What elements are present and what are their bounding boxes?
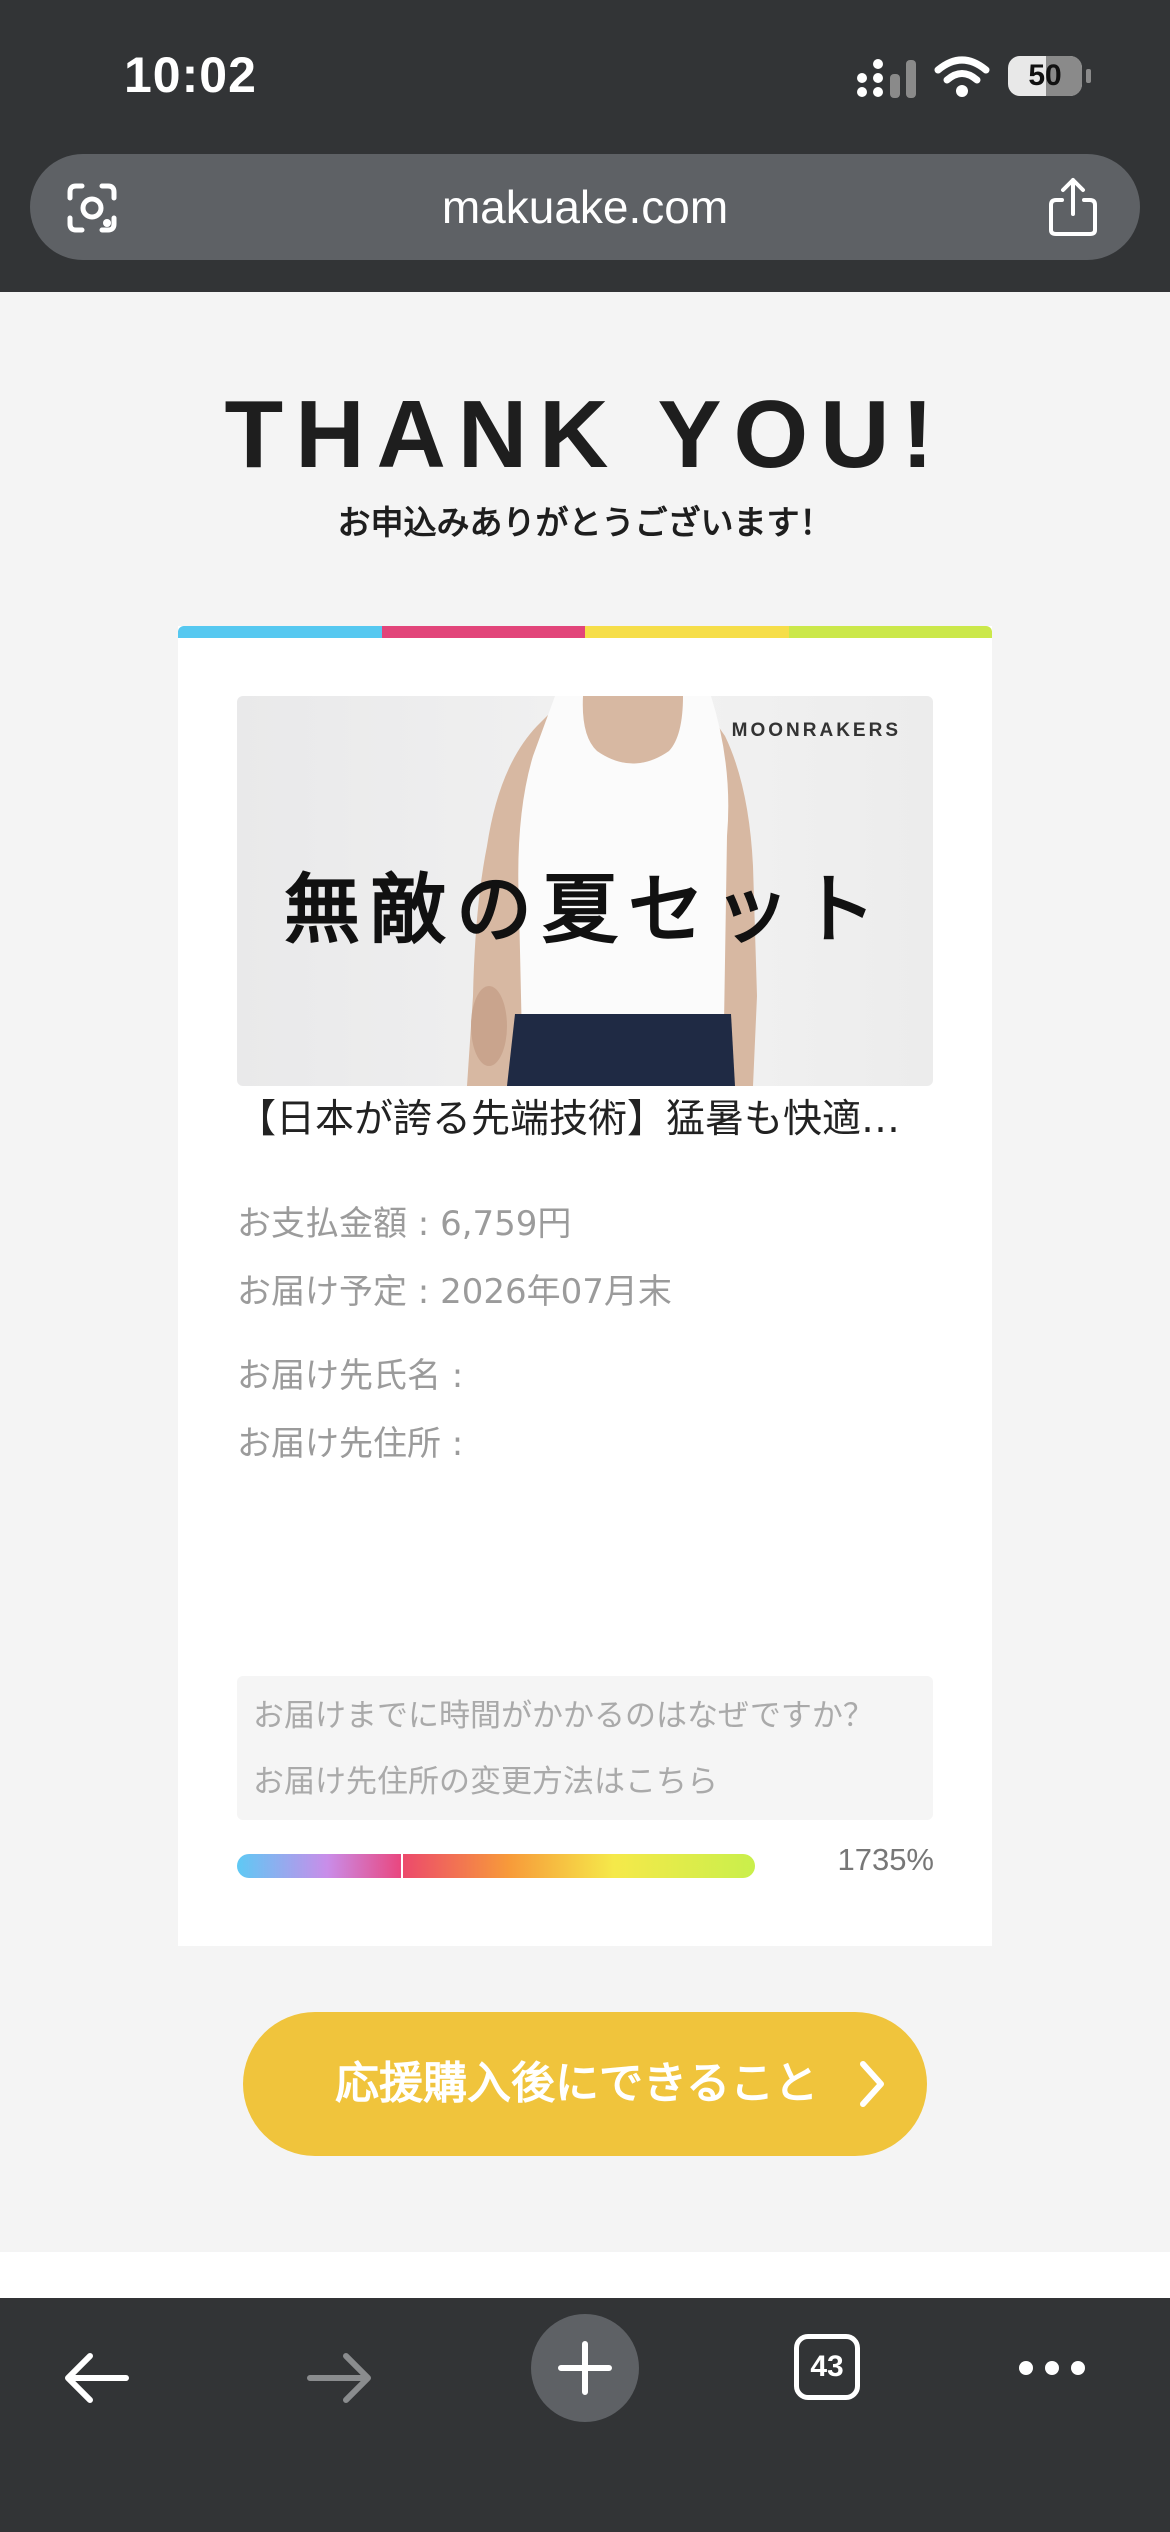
- share-icon[interactable]: [1046, 176, 1100, 238]
- funding-percent: 1735%: [837, 1842, 934, 1877]
- stripe-3: [585, 626, 789, 638]
- page-title: THANK YOU!: [224, 381, 946, 488]
- recipient-name: お届け先氏名 :: [237, 1356, 464, 1396]
- stripe-1: [178, 626, 382, 638]
- color-stripe-divider: [178, 626, 992, 638]
- url-text[interactable]: makuake.com: [30, 154, 1140, 260]
- page-subtitle: お申込みありがとうございます！: [337, 503, 833, 542]
- faq-box: お届けまでに時間がかかるのはなぜですか？ お届け先住所の変更方法はこちら: [237, 1676, 933, 1820]
- tab-switcher-button[interactable]: 43: [794, 2334, 860, 2400]
- brand-logo: MOONRAKERS: [731, 720, 901, 741]
- back-arrow-icon[interactable]: [60, 2346, 132, 2410]
- tab-count: 43: [810, 2350, 844, 2383]
- project-image[interactable]: MOONRAKERS 無敵の夏セット: [237, 696, 933, 1086]
- battery-level: 50: [1028, 59, 1062, 92]
- faq-link-delivery-time[interactable]: お届けまでに時間がかかるのはなぜですか？: [253, 1690, 874, 1735]
- status-time: 10:02: [124, 47, 257, 103]
- battery-indicator: 50: [1008, 56, 1091, 98]
- order-summary-card: MOONRAKERS 無敵の夏セット 【日本が誇る先端技術】猛暑も快適に過ごせる…: [178, 626, 992, 1946]
- funding-progress-bar: [237, 1854, 755, 1878]
- forward-arrow-icon[interactable]: [304, 2346, 376, 2410]
- thank-you-page: THANK YOU! お申込みありがとうございます！ MOONRAKERS 無敵…: [0, 292, 1170, 2252]
- more-menu-icon[interactable]: [1016, 2356, 1088, 2380]
- delivery-schedule: お届け予定 : 2026年07月末: [237, 1272, 672, 1312]
- banner-title: 無敵の夏セット: [284, 865, 886, 954]
- stripe-4: [788, 626, 992, 638]
- address-bar[interactable]: makuake.com: [30, 154, 1140, 260]
- faq-link-address-change[interactable]: お届け先住所の変更方法はこちら: [253, 1756, 718, 1801]
- browser-chrome-top: 10:02 50 makuake.com: [0, 0, 1170, 292]
- cellular-signal-icon: [857, 59, 916, 98]
- plus-icon: [558, 2341, 612, 2395]
- browser-toolbar-bottom: 43: [0, 2298, 1170, 2532]
- chevron-right-icon: [860, 2061, 884, 2107]
- after-purchase-label: 応援購入後にできること: [335, 2058, 819, 2109]
- page-footer-edge: [0, 2252, 1170, 2298]
- payment-amount: お支払金額 : 6,759円: [237, 1204, 572, 1244]
- stripe-2: [381, 626, 585, 638]
- project-title[interactable]: 【日本が誇る先端技術】猛暑も快適に過ごせる無敵の夏セット: [237, 1088, 933, 1144]
- after-purchase-button[interactable]: 応援購入後にできること: [243, 2012, 927, 2156]
- recipient-address: お届け先住所 :: [237, 1424, 464, 1464]
- wifi-icon: [934, 56, 990, 97]
- new-tab-button[interactable]: [531, 2314, 639, 2422]
